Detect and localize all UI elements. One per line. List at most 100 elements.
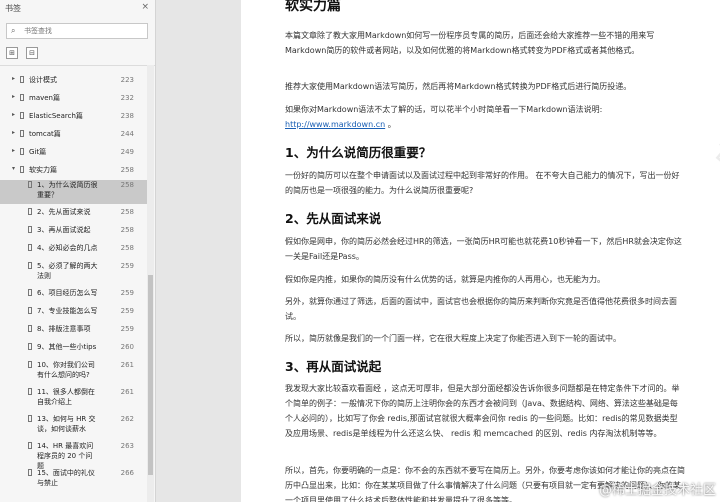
bookmark-label: 6、项目经历怎么写 bbox=[37, 289, 98, 297]
bookmark-item[interactable]: 15、面试中的礼仪与禁止 266 bbox=[0, 468, 148, 492]
bookmark-icon bbox=[28, 244, 32, 251]
bookmark-item[interactable]: 1、为什么说简历很重要？ 258 bbox=[0, 180, 148, 204]
intro-paragraph-1: 本篇文章除了教大家用Markdown如何写一份程序员专属的简历，后面还会给大家推… bbox=[285, 31, 655, 55]
bookmark-icon bbox=[20, 130, 24, 137]
expand-all-icon[interactable]: ⊞ bbox=[6, 47, 18, 59]
bookmark-search-input[interactable] bbox=[24, 25, 142, 37]
bookmark-item[interactable]: 6、项目经历怎么写 259 bbox=[0, 288, 148, 303]
bookmark-item[interactable]: 4、必知必会的几点 258 bbox=[0, 243, 148, 258]
bookmark-label: ElasticSearch篇 bbox=[29, 112, 83, 120]
bookmark-icon bbox=[28, 361, 32, 368]
link-suffix: 。 bbox=[385, 120, 396, 129]
bookmark-icon bbox=[28, 226, 32, 233]
bookmark-label: 15、面试中的礼仪与禁止 bbox=[37, 469, 95, 487]
sidebar-divider bbox=[0, 65, 155, 66]
bookmark-page-number: 258 bbox=[120, 181, 134, 189]
bookmark-label: 8、排版注意事项 bbox=[37, 325, 91, 333]
sidebar-title: 书签 bbox=[5, 4, 21, 13]
chevron-right-icon[interactable]: ▸ bbox=[12, 93, 15, 100]
bookmark-icon bbox=[20, 94, 24, 101]
bookmark-page-number: 262 bbox=[120, 415, 134, 423]
bookmark-page-number: 223 bbox=[120, 76, 134, 84]
bookmark-label: maven篇 bbox=[29, 94, 60, 102]
source-credit: @稀土掘金技术社区 bbox=[598, 483, 716, 498]
bookmark-item[interactable]: 5、必须了解的两大法则 259 bbox=[0, 261, 148, 285]
bookmark-page-number: 260 bbox=[120, 343, 134, 351]
bookmark-page-number: 261 bbox=[120, 388, 134, 396]
section-2-paragraph-1: 假如你是网申，你的简历必然会经过HR的筛选，一张简历HR可能也就花费10秒钟看一… bbox=[285, 237, 682, 261]
watermark: 内部资料 bbox=[707, 50, 720, 181]
section-2-heading: 2、先从面试来说 bbox=[285, 211, 382, 226]
bookmark-item[interactable]: 2、先从面试来说 258 bbox=[0, 207, 148, 222]
bookmark-item[interactable]: 3、再从面试说起 258 bbox=[0, 225, 148, 240]
bookmark-item[interactable]: ▾ 软实力篇 258 bbox=[0, 165, 148, 175]
chevron-down-icon[interactable]: ▾ bbox=[12, 165, 15, 172]
bookmark-icon bbox=[28, 343, 32, 350]
bookmark-page-number: 232 bbox=[120, 94, 134, 102]
bookmark-page-number: 259 bbox=[120, 325, 134, 333]
bookmark-icon bbox=[28, 289, 32, 296]
bookmark-page-number: 261 bbox=[120, 361, 134, 369]
bookmark-item[interactable]: ▸ maven篇 232 bbox=[0, 93, 148, 103]
bookmark-label: 3、再从面试说起 bbox=[37, 226, 91, 234]
bookmark-icon bbox=[28, 415, 32, 422]
markdown-link[interactable]: http://www.markdown.cn bbox=[285, 120, 385, 129]
bookmark-label: 4、必知必会的几点 bbox=[37, 244, 98, 252]
bookmark-search-box[interactable]: ⌕ bbox=[6, 23, 148, 39]
bookmark-item[interactable]: ▸ Git篇 249 bbox=[0, 147, 148, 157]
chevron-right-icon[interactable]: ▸ bbox=[12, 147, 15, 154]
chevron-right-icon[interactable]: ▸ bbox=[12, 129, 15, 136]
bookmark-item[interactable]: 11、很多人都倒在自我介绍上 261 bbox=[0, 387, 148, 411]
sidebar-close-icon[interactable]: × bbox=[141, 2, 149, 12]
collapse-all-icon[interactable]: ⊟ bbox=[26, 47, 38, 59]
bookmark-page-number: 266 bbox=[120, 469, 134, 477]
bookmark-item[interactable]: ▸ ElasticSearch篇 238 bbox=[0, 111, 148, 121]
bookmark-item[interactable]: 13、如何与 HR 交谈，如何谈薪水 262 bbox=[0, 414, 148, 438]
bookmark-label: 设计模式 bbox=[29, 76, 57, 84]
bookmark-item[interactable]: 8、排版注意事项 259 bbox=[0, 324, 148, 339]
bookmark-label: 11、很多人都倒在自我介绍上 bbox=[37, 388, 95, 406]
bookmark-label: 13、如何与 HR 交谈，如何谈薪水 bbox=[37, 415, 96, 433]
intro-paragraph-3: 如果你对Markdown语法不太了解的话，可以花半个小时简单看一下Markdow… bbox=[285, 105, 603, 114]
bookmark-page-number: 258 bbox=[120, 208, 134, 216]
bookmark-page-number: 238 bbox=[120, 112, 134, 120]
bookmark-label: 7、专业技能怎么写 bbox=[37, 307, 98, 315]
bookmark-icon bbox=[20, 148, 24, 155]
bookmark-page-number: 259 bbox=[120, 262, 134, 270]
section-2-paragraph-4: 所以，简历就像是我们的一个门面一样，它在很大程度上决定了你能否进入到下一轮的面试… bbox=[285, 334, 621, 343]
bookmark-label: 软实力篇 bbox=[29, 166, 57, 174]
bookmark-label: Git篇 bbox=[29, 148, 47, 156]
section-1-heading: 1、为什么说简历很重要？ bbox=[285, 145, 432, 160]
link-line: http://www.markdown.cn 。 bbox=[285, 117, 396, 132]
section-2-paragraph-3: 另外，就算你通过了筛选，后面的面试中，面试官也会根据你的简历来判断你究竟是否值得… bbox=[285, 297, 677, 321]
bookmark-label: 1、为什么说简历很重要？ bbox=[37, 181, 98, 199]
bookmark-page-number: 249 bbox=[120, 148, 134, 156]
bookmark-item[interactable]: 9、其他一些小tips 260 bbox=[0, 342, 148, 357]
search-icon: ⌕ bbox=[11, 26, 16, 35]
bookmark-icon bbox=[28, 388, 32, 395]
bookmark-label: 2、先从面试来说 bbox=[37, 208, 91, 216]
chevron-right-icon[interactable]: ▸ bbox=[12, 111, 15, 118]
sidebar-scroll-thumb[interactable] bbox=[148, 275, 153, 475]
bookmark-icon bbox=[28, 442, 32, 449]
chevron-right-icon[interactable]: ▸ bbox=[12, 75, 15, 82]
bookmark-icon bbox=[20, 76, 24, 83]
bookmark-item[interactable]: 7、专业技能怎么写 259 bbox=[0, 306, 148, 321]
bookmark-label: 9、其他一些小tips bbox=[37, 343, 97, 351]
bookmark-icon bbox=[28, 469, 32, 476]
bookmark-page-number: 258 bbox=[120, 166, 134, 174]
bookmark-sidebar: 书签 × ⌕ ⊞ ⊟ ▸ 设计模式 223 ▸ maven篇 232 ▸ ElasticSea… bbox=[0, 0, 156, 502]
bookmark-item[interactable]: ▸ tomcat篇 244 bbox=[0, 129, 148, 139]
bookmark-icon bbox=[28, 181, 32, 188]
bookmark-page-number: 263 bbox=[120, 442, 134, 450]
bookmark-icon bbox=[20, 112, 24, 119]
bookmark-icon bbox=[20, 166, 24, 173]
bookmark-label: 10、你对我们公司有什么想问的吗? bbox=[37, 361, 95, 379]
bookmark-page-number: 259 bbox=[120, 289, 134, 297]
bookmark-item[interactable]: 14、HR 最喜欢问程序员的 20 个问题 263 bbox=[0, 441, 148, 470]
bookmark-item[interactable]: ▸ 设计模式 223 bbox=[0, 75, 148, 85]
bookmark-page-number: 258 bbox=[120, 226, 134, 234]
bookmark-page-number: 244 bbox=[120, 130, 134, 138]
bookmark-icon bbox=[28, 208, 32, 215]
bookmark-item[interactable]: 10、你对我们公司有什么想问的吗? 261 bbox=[0, 360, 148, 384]
